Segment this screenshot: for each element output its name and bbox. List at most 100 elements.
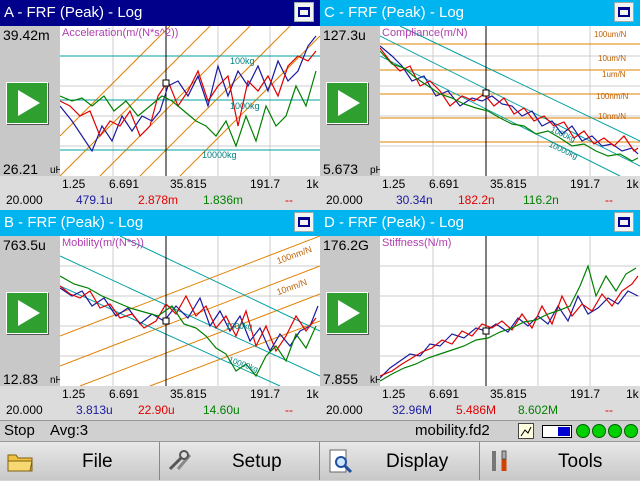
x-tick: 35.815	[490, 387, 527, 401]
play-icon[interactable]	[326, 82, 368, 124]
guide-label: 1000kg	[226, 322, 253, 331]
x-tick: 1.25	[382, 387, 406, 401]
led-icon	[624, 424, 638, 438]
pane-b-xaxis: 1.25 6.691 35.815 191.7 1k	[0, 386, 320, 402]
pane-d-xaxis: 1.25 6.691 35.815 191.7 1k	[320, 386, 640, 402]
wrench-icon	[486, 447, 514, 475]
readout-v1: 32.96M	[392, 403, 433, 417]
maximize-icon[interactable]	[614, 212, 634, 232]
readout-v3: 14.60u	[203, 403, 240, 417]
x-tick: 1.25	[62, 387, 86, 401]
display-label: Display	[386, 451, 449, 472]
readout-freq: 20.000	[326, 403, 363, 417]
guide-label: 10um/N	[598, 54, 627, 63]
pane-c-readout: 20.000 30.34n 182.2n 116.2n --	[320, 192, 640, 210]
guide-label: 100um/N	[594, 30, 627, 39]
guide-label: 1um/N	[602, 70, 626, 79]
pane-d-readout: 20.000 32.96M 5.486M 8.602M --	[320, 402, 640, 420]
readout-v2: 2.878m	[138, 193, 179, 207]
x-tick: 1k	[306, 387, 319, 401]
pane-c-plot[interactable]: Compliance(m/N) 100um/N 10um/N 1um/N 100…	[380, 26, 640, 176]
x-tick: 6.691	[429, 387, 460, 401]
readout-v4: --	[285, 403, 293, 417]
readout-v4: --	[605, 403, 613, 417]
readout-v3: 116.2n	[523, 193, 559, 207]
pane-b-readout: 20.000 3.813u 22.90u 14.60u --	[0, 402, 320, 420]
file-label: File	[82, 451, 113, 472]
guide-label: 1000kg	[230, 101, 260, 111]
play-icon[interactable]	[6, 292, 48, 334]
x-tick: 191.7	[570, 387, 601, 401]
pane-a-titlebar[interactable]: A - FRF (Peak) - Log	[0, 0, 320, 26]
led-icon	[608, 424, 622, 438]
maximize-icon[interactable]	[614, 2, 634, 22]
x-tick: 1.25	[382, 177, 406, 191]
x-tick: 35.815	[170, 387, 207, 401]
guide-label: 100nm/N	[596, 92, 629, 101]
bottom-toolbar: File Setup Display Tools	[0, 442, 640, 480]
readout-freq: 20.000	[326, 193, 363, 207]
setup-label: Setup	[232, 451, 282, 472]
tools-button[interactable]: Tools	[480, 442, 640, 480]
status-bar: Stop Avg:3 mobility.fd2	[0, 420, 640, 442]
readout-v3: 8.602M	[518, 403, 559, 417]
pane-c-plot-label: Compliance(m/N)	[382, 27, 468, 39]
pane-c-ymax: 127.3u	[323, 27, 366, 43]
pane-d: D - FRF (Peak) - Log 176.2G 7.855 kHz St…	[320, 210, 640, 420]
pane-a-title: A - FRF (Peak) - Log	[4, 4, 143, 21]
pane-d-title: D - FRF (Peak) - Log	[324, 214, 465, 231]
maximize-icon[interactable]	[294, 212, 314, 232]
pane-a-xaxis: 1.25 6.691 35.815 191.7 1k	[0, 176, 320, 192]
battery-icon	[542, 425, 572, 438]
readout-v2: 22.90u	[138, 403, 175, 417]
readout-v1: 479.1u	[76, 193, 113, 207]
readout-freq: 20.000	[6, 193, 43, 207]
x-tick: 35.815	[490, 177, 527, 191]
x-tick: 1k	[306, 177, 319, 191]
file-button[interactable]: File	[0, 442, 160, 480]
play-icon[interactable]	[326, 292, 368, 334]
x-tick: 1.25	[62, 177, 86, 191]
status-avg: Avg:3	[50, 422, 89, 439]
x-tick: 1k	[626, 177, 639, 191]
pane-a-readout: 20.000 479.1u 2.878m 1.836m --	[0, 192, 320, 210]
maximize-icon[interactable]	[294, 2, 314, 22]
pane-a: A - FRF (Peak) - Log 39.42m 26.21 uHz Ac…	[0, 0, 320, 210]
x-tick: 191.7	[570, 177, 601, 191]
pane-b-plot-label: Mobility(m/(N*s))	[62, 237, 144, 249]
pane-d-ymin: 7.855	[323, 371, 359, 387]
pane-b-plot[interactable]: Mobility(m/(N*s)) 100nm/N 10nm/N 1000kg …	[60, 236, 320, 386]
x-tick: 191.7	[250, 387, 281, 401]
setup-button[interactable]: Setup	[160, 442, 320, 480]
pane-d-plot-label: Stiffness(N/m)	[382, 237, 452, 249]
display-button[interactable]: Display	[320, 442, 480, 480]
pane-d-ymax: 176.2G	[323, 237, 369, 253]
guide-label: 10000kg	[202, 150, 237, 160]
x-tick: 6.691	[429, 177, 460, 191]
guide-label: 100kg	[230, 56, 255, 66]
pane-d-graph	[380, 236, 640, 386]
x-tick: 6.691	[109, 387, 140, 401]
pane-a-plot-label: Acceleration(m/(N*s^2))	[62, 27, 179, 39]
play-icon[interactable]	[6, 82, 48, 124]
pane-b-titlebar[interactable]: B - FRF (Peak) - Log	[0, 210, 320, 236]
pane-a-plot[interactable]: Acceleration(m/(N*s^2)) 100kg 1000kg 100…	[60, 26, 320, 176]
tools-label: Tools	[558, 451, 603, 472]
x-tick: 191.7	[250, 177, 281, 191]
readout-v2: 182.2n	[458, 193, 495, 207]
magnifier-icon	[326, 447, 354, 475]
pane-d-plot[interactable]: Stiffness(N/m)	[380, 236, 640, 386]
led-icon	[592, 424, 606, 438]
pane-d-titlebar[interactable]: D - FRF (Peak) - Log	[320, 210, 640, 236]
tools-icon	[166, 447, 194, 475]
readout-v2: 5.486M	[456, 403, 497, 417]
readout-v4: --	[285, 193, 293, 207]
status-state: Stop	[4, 422, 35, 439]
pane-c-graph	[380, 26, 640, 176]
led-icon	[576, 424, 590, 438]
pane-a-ymax: 39.42m	[3, 27, 50, 43]
pane-c-titlebar[interactable]: C - FRF (Peak) - Log	[320, 0, 640, 26]
pane-c: C - FRF (Peak) - Log 127.3u 5.673 pHz Co…	[320, 0, 640, 210]
pane-a-graph	[60, 26, 320, 176]
pane-c-title: C - FRF (Peak) - Log	[324, 4, 465, 21]
